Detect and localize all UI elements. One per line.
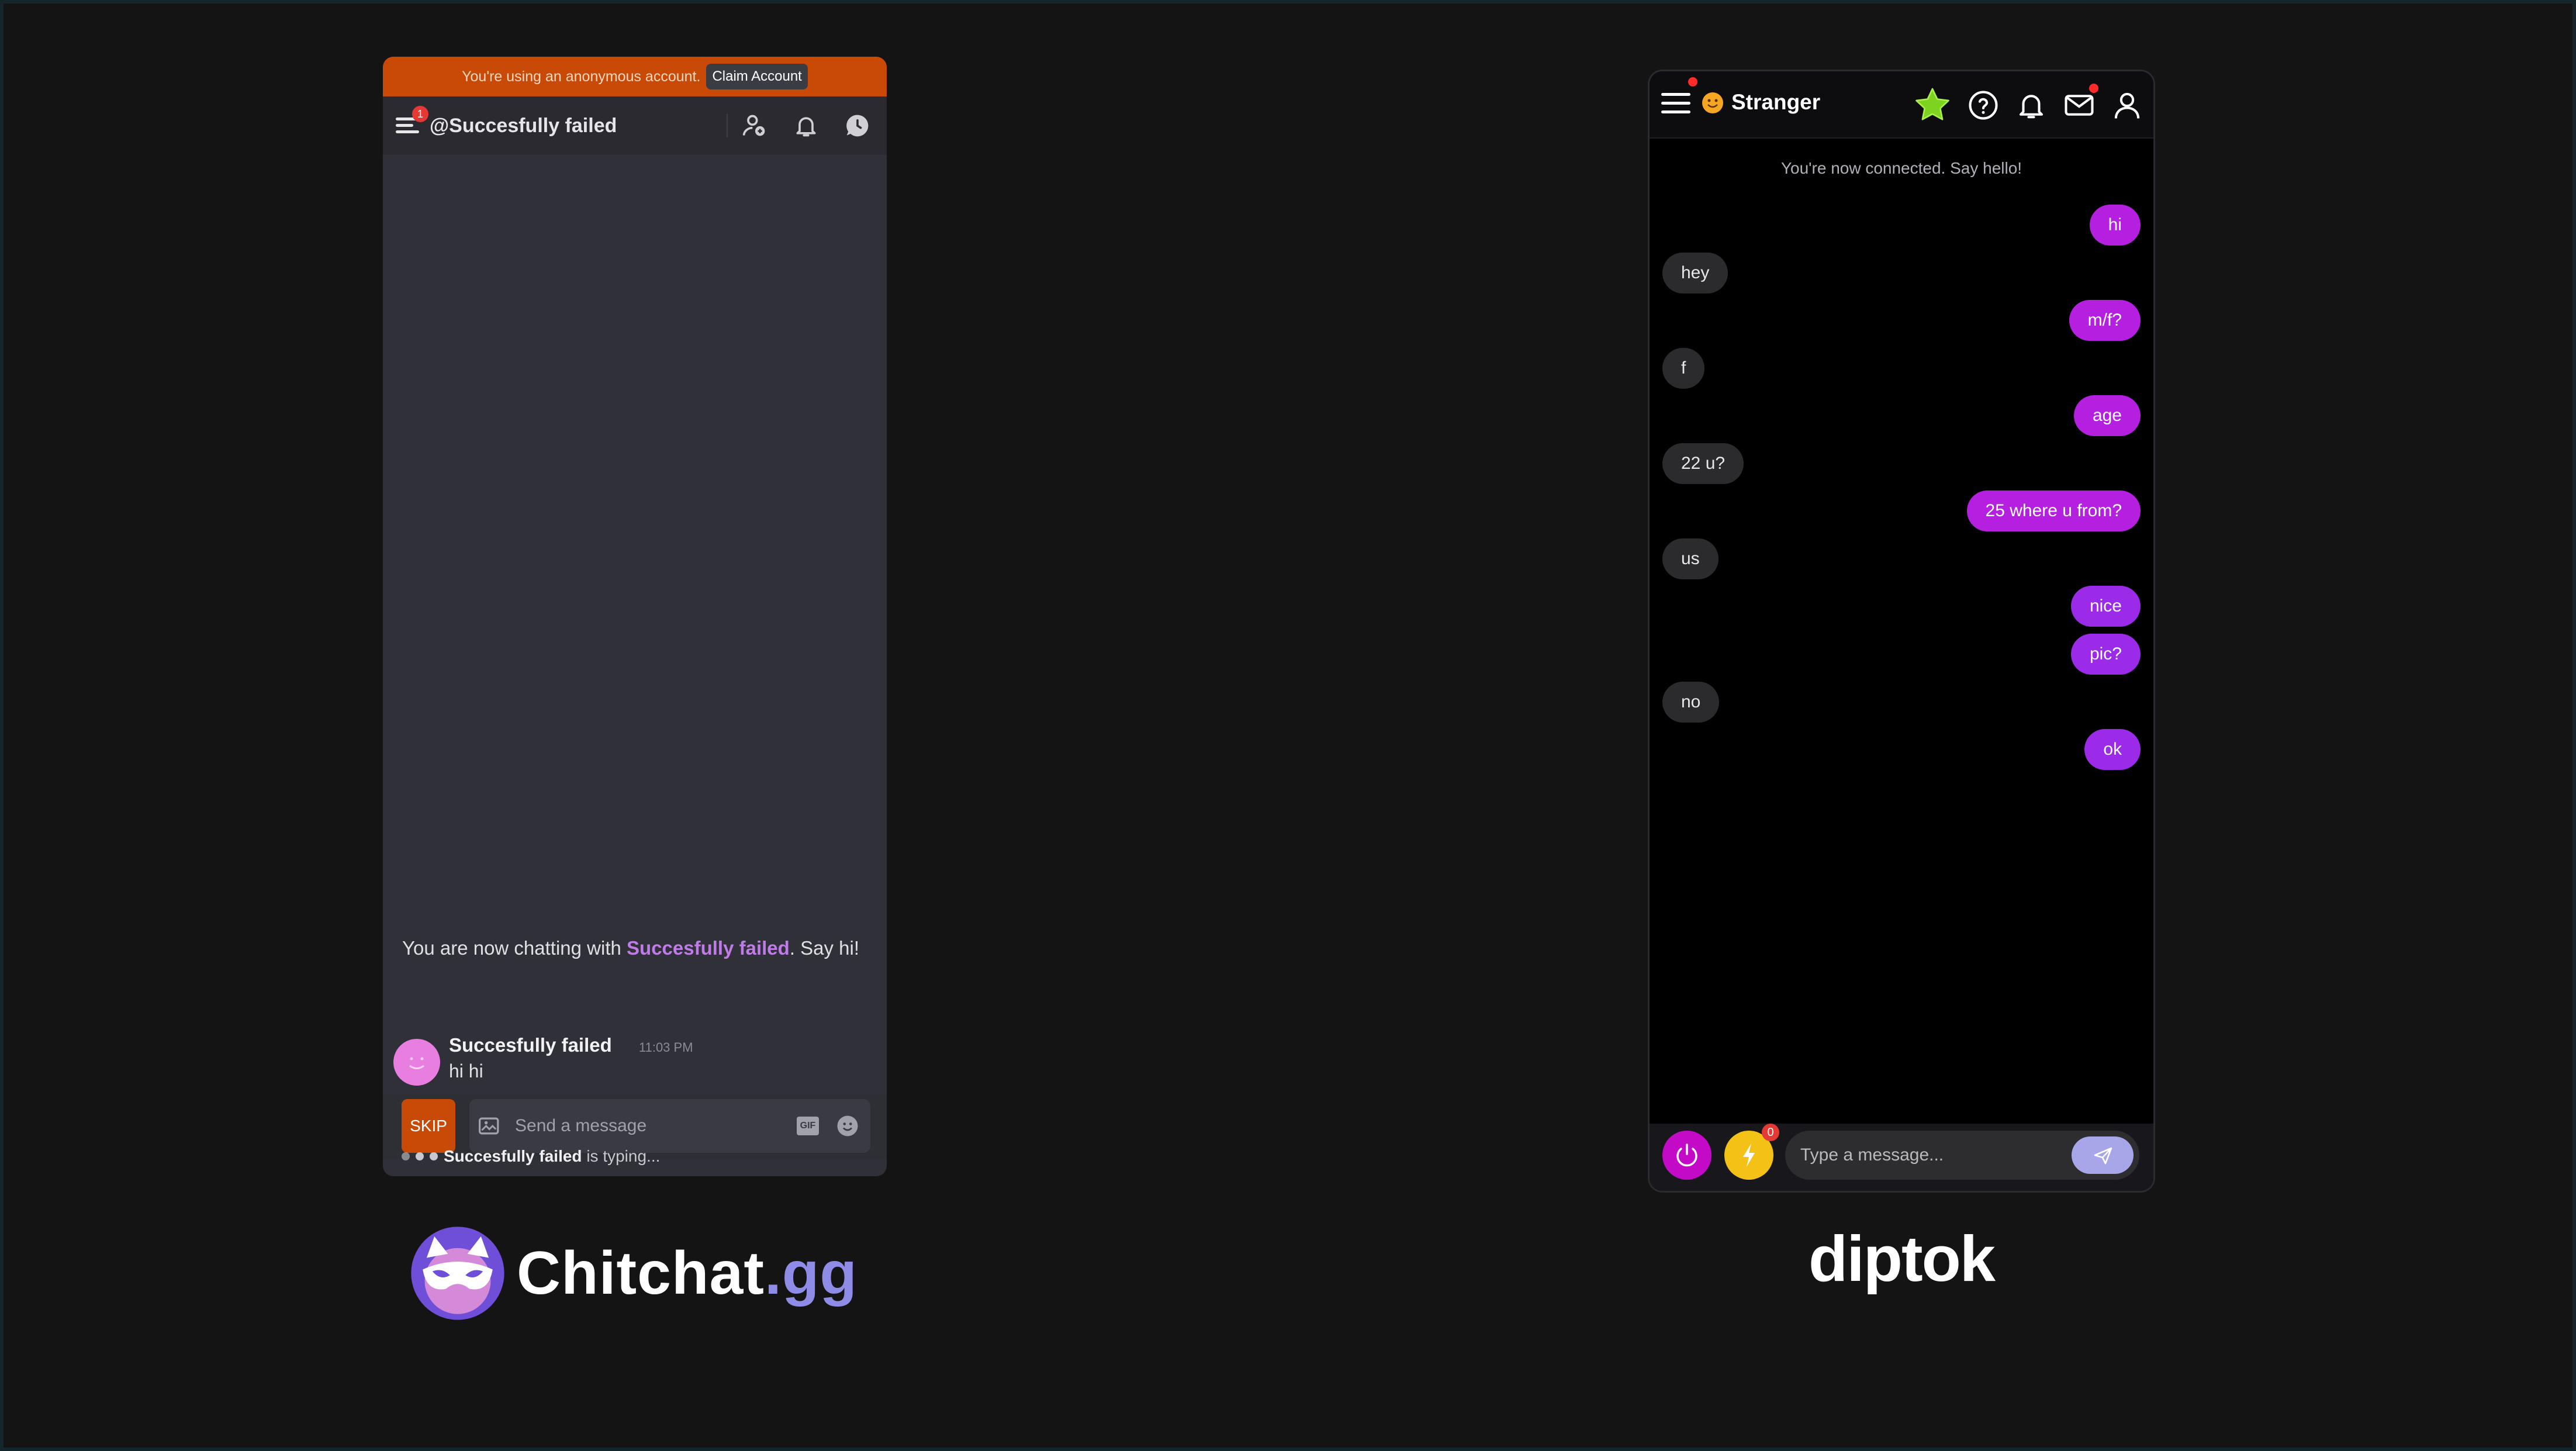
- chat-intro: You are now chatting with Succesfully fa…: [402, 934, 864, 963]
- gif-button[interactable]: GIF: [797, 1117, 819, 1135]
- send-button[interactable]: [2072, 1136, 2134, 1174]
- message-bubble-sent: nice: [2070, 586, 2141, 627]
- mail-alert-dot: [2089, 84, 2098, 93]
- menu-alert-dot: [1688, 77, 1697, 87]
- message-bubble-sent: age: [2073, 395, 2141, 436]
- mail-button[interactable]: [2063, 84, 2098, 121]
- menu-icon[interactable]: [1661, 91, 1692, 116]
- bell-icon[interactable]: [793, 113, 819, 139]
- chat-intro-partner[interactable]: Succesfully failed: [627, 937, 790, 959]
- claim-account-button[interactable]: Claim Account: [706, 64, 808, 89]
- boost-count-badge: 0: [1762, 1124, 1779, 1141]
- composer: 0 Type a message...: [1650, 1124, 2153, 1191]
- diptok-logo: diptok: [1809, 1223, 1996, 1295]
- image-upload-icon[interactable]: [478, 1113, 503, 1139]
- message-bubble-sent: ok: [2084, 729, 2141, 770]
- star-icon[interactable]: [1914, 87, 1951, 124]
- typing-dot: [430, 1152, 438, 1160]
- typing-dot: [416, 1152, 424, 1160]
- logo-suffix: .gg: [765, 1239, 857, 1307]
- typing-indicator: Succesfully failed is typing...: [402, 1147, 660, 1166]
- message-input[interactable]: Send a message GIF: [469, 1099, 870, 1153]
- chat-history-icon[interactable]: [845, 113, 870, 139]
- chat-username: @Succesfully failed: [430, 114, 617, 137]
- system-message: You're now connected. Say hello!: [1780, 159, 2022, 177]
- chitchat-mask-icon: [411, 1227, 504, 1320]
- chitchat-wordmark: Chitchat.gg: [517, 1239, 857, 1308]
- message-bubble-received: no: [1662, 682, 1720, 723]
- message-bubble-sent: hi: [2089, 205, 2141, 246]
- typing-suffix: is typing...: [582, 1147, 661, 1165]
- power-icon: [1676, 1143, 1697, 1167]
- help-icon[interactable]: [1968, 89, 1999, 121]
- message-input-placeholder: Send a message: [515, 1116, 647, 1135]
- gif-label: GIF: [800, 1121, 816, 1131]
- typing-text: Succesfully failed is typing...: [444, 1147, 660, 1166]
- typing-dot: [402, 1152, 410, 1160]
- message-bubble-sent: pic?: [2070, 634, 2141, 675]
- menu-icon[interactable]: 1: [393, 106, 428, 140]
- message-text: hi hi: [449, 1060, 483, 1082]
- skip-button[interactable]: SKIP: [402, 1099, 455, 1153]
- add-friend-icon[interactable]: [742, 113, 767, 139]
- notification-badge: 1: [412, 106, 428, 122]
- diptok-window: Stranger You're now connected. Say hello…: [1650, 71, 2153, 1191]
- partner-name: Stranger: [1731, 90, 1821, 114]
- emoji-icon[interactable]: [835, 1114, 860, 1138]
- logo-main: Chitchat: [517, 1239, 765, 1307]
- header-divider: [727, 114, 728, 137]
- message-time: 11:03 PM: [639, 1040, 693, 1055]
- chitchat-window: You're using an anonymous account. Claim…: [383, 57, 887, 1176]
- chat-header: 1 @Succesfully failed: [383, 96, 887, 155]
- disconnect-button[interactable]: [1662, 1131, 1711, 1180]
- chat-intro-text: You are now chatting with: [402, 937, 627, 959]
- anonymous-banner: You're using an anonymous account. Claim…: [383, 57, 887, 96]
- avatar[interactable]: [393, 1039, 440, 1086]
- message-input-placeholder: Type a message...: [1800, 1145, 1944, 1165]
- chitchat-logo: Chitchat.gg: [409, 1225, 857, 1322]
- message-bubble-received: hey: [1662, 253, 1728, 293]
- send-icon: [2094, 1147, 2112, 1165]
- mail-icon: [2065, 95, 2094, 116]
- message-bubble-received: 22 u?: [1662, 443, 1744, 484]
- smiley-icon: [409, 1057, 424, 1069]
- message-bubble-sent: 25 where u from?: [1966, 490, 2141, 531]
- chat-header: Stranger: [1650, 71, 2153, 139]
- typing-name: Succesfully failed: [444, 1147, 582, 1165]
- message-input[interactable]: Type a message...: [1785, 1131, 2139, 1180]
- profile-icon[interactable]: [2111, 89, 2143, 121]
- message-bubble-received: us: [1662, 538, 1719, 579]
- chat-intro-suffix: . Say hi!: [789, 937, 860, 959]
- banner-text: You're using an anonymous account.: [462, 68, 701, 85]
- message-bubble-sent: m/f?: [2069, 300, 2141, 341]
- message-item: Succesfully failed 11:03 PM hi hi: [393, 1027, 873, 1091]
- message-author[interactable]: Succesfully failed: [449, 1034, 612, 1056]
- smiling-emoji-icon: [1702, 92, 1723, 113]
- bell-icon[interactable]: [2015, 89, 2047, 121]
- message-bubble-received: f: [1662, 348, 1705, 389]
